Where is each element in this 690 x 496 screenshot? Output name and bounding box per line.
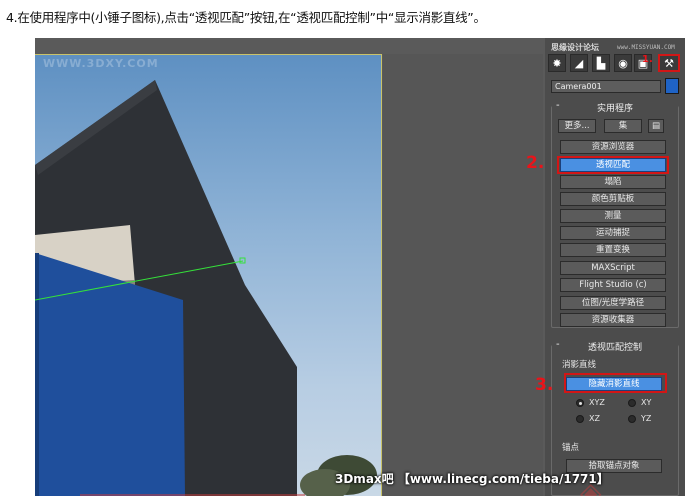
step-1-label: 1. bbox=[642, 54, 653, 65]
util-maxscript[interactable]: MAXScript bbox=[560, 261, 666, 275]
radio-yz-label: YZ bbox=[641, 414, 652, 423]
radio-xz[interactable] bbox=[576, 415, 584, 423]
vanishing-lines-group-label: 消影直线 bbox=[562, 360, 597, 370]
radio-xy[interactable] bbox=[628, 399, 636, 407]
util-reset-xform[interactable]: 重置变换 bbox=[560, 243, 666, 257]
collapse-icon[interactable]: - bbox=[556, 100, 560, 111]
highlight-perspective-match bbox=[557, 156, 669, 174]
modify-icon[interactable]: ◢ bbox=[570, 54, 588, 72]
step-2-label: 2. bbox=[526, 153, 545, 173]
create-icon[interactable]: ✸ bbox=[548, 54, 566, 72]
radio-yz[interactable] bbox=[628, 415, 636, 423]
util-collapse[interactable]: 塌陷 bbox=[560, 175, 666, 189]
command-panel: 思缘设计论坛 www.MISSYUAN.COM ✸ ◢ ▙ ◉ ▣ ⚒ 1. C… bbox=[545, 38, 685, 496]
utilities-rollout-header[interactable]: - 实用程序 bbox=[552, 100, 678, 114]
instruction-text: 4.在使用程序中(小锤子图标),点击“透视匹配”按钮,在“透视匹配控制”中“显示… bbox=[6, 10, 486, 25]
step-3-label: 3. bbox=[535, 375, 554, 395]
camera-viewport[interactable]: WWW.3DXY.COM bbox=[35, 54, 382, 496]
util-bitmap-paths[interactable]: 位图/光度学路径 bbox=[560, 296, 666, 310]
max-screenshot: WWW.3DXY.COM 思缘设计论坛 www.MISSYUAN.COM ✸ ◢… bbox=[35, 38, 685, 496]
radio-xyz[interactable] bbox=[576, 399, 584, 407]
object-color-swatch[interactable] bbox=[665, 78, 679, 94]
footer-watermark: 3Dmax吧 【www.linecg.com/tieba/1771】 bbox=[335, 472, 609, 486]
pm-rollout-title: 透视匹配控制 bbox=[587, 343, 642, 353]
util-color-clipboard[interactable]: 颜色剪贴板 bbox=[560, 192, 666, 206]
util-flight-studio[interactable]: Flight Studio (c) bbox=[560, 278, 666, 292]
radio-xy-label: XY bbox=[641, 398, 652, 407]
object-name-field[interactable]: Camera001 bbox=[551, 80, 661, 93]
anchor-group-label: 锚点 bbox=[562, 443, 580, 453]
configure-sets-icon[interactable]: ▤ bbox=[648, 119, 664, 133]
sets-button[interactable]: 集 bbox=[604, 119, 642, 133]
radio-xz-label: XZ bbox=[589, 414, 600, 423]
motion-icon[interactable]: ◉ bbox=[614, 54, 632, 72]
util-resource-collector[interactable]: 资源收集器 bbox=[560, 313, 666, 327]
viewport-watermark: WWW.3DXY.COM bbox=[43, 57, 159, 70]
utilities-rollout-title: 实用程序 bbox=[596, 104, 633, 114]
util-motion-capture[interactable]: 运动捕捉 bbox=[560, 226, 666, 240]
highlight-hide-vanishing-lines bbox=[564, 373, 667, 393]
brand-text: 思缘设计论坛 bbox=[551, 43, 599, 52]
radio-xyz-label: XYZ bbox=[589, 398, 605, 407]
utilities-rollout: - 实用程序 更多... 集 ▤ 资源浏览器 透视匹配 塌陷 颜色剪贴板 测量 … bbox=[551, 100, 679, 328]
collapse-icon[interactable]: - bbox=[556, 339, 560, 350]
brand-url: www.MISSYUAN.COM bbox=[617, 44, 675, 51]
pm-rollout-header[interactable]: - 透视匹配控制 bbox=[552, 339, 678, 353]
empty-region bbox=[383, 54, 543, 496]
viewport-scene bbox=[35, 80, 377, 496]
util-measure[interactable]: 测量 bbox=[560, 209, 666, 223]
command-tabs: ✸ ◢ ▙ ◉ ▣ ⚒ bbox=[548, 54, 682, 74]
more-button[interactable]: 更多... bbox=[558, 119, 596, 133]
hierarchy-icon[interactable]: ▙ bbox=[592, 54, 610, 72]
utilities-hammer-icon[interactable]: ⚒ bbox=[658, 54, 680, 72]
util-asset-browser[interactable]: 资源浏览器 bbox=[560, 140, 666, 154]
